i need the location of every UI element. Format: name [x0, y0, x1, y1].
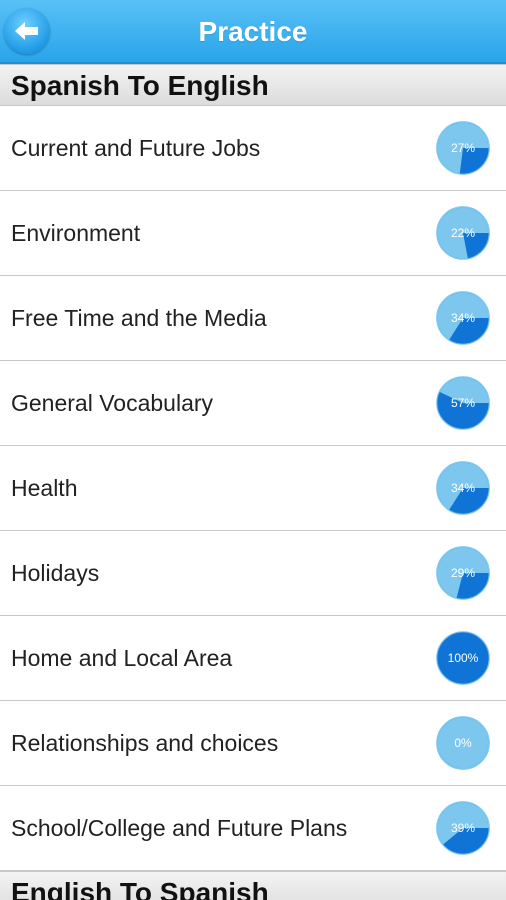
progress-percent: 57%: [450, 396, 476, 410]
list-item[interactable]: Environment 22%: [0, 191, 506, 276]
progress-percent: 39%: [450, 821, 476, 835]
list-item[interactable]: School/College and Future Plans 39%: [0, 786, 506, 871]
section-header-english-to-spanish: English To Spanish: [0, 871, 506, 900]
list-item-label: General Vocabulary: [11, 390, 214, 416]
list-item-label: Environment: [11, 220, 141, 246]
list-item-label: Home and Local Area: [11, 645, 233, 671]
list-item[interactable]: Relationships and choices 0%: [0, 701, 506, 786]
section-title: English To Spanish: [11, 877, 269, 900]
progress-circle: 57%: [435, 375, 491, 431]
progress-circle: 27%: [435, 120, 491, 176]
list-item-label: Holidays: [11, 560, 100, 586]
list-item-label: Relationships and choices: [11, 730, 279, 756]
progress-percent: 27%: [450, 141, 476, 155]
list-item[interactable]: General Vocabulary 57%: [0, 361, 506, 446]
progress-circle: 100%: [435, 630, 491, 686]
list-item[interactable]: Health 34%: [0, 446, 506, 531]
app-screen: Practice Spanish To English Current and …: [0, 0, 506, 900]
list-item-label: Health: [11, 475, 78, 501]
back-button[interactable]: [4, 8, 50, 54]
list-item[interactable]: Home and Local Area 100%: [0, 616, 506, 701]
progress-percent: 22%: [450, 226, 476, 240]
list-item[interactable]: Free Time and the Media 34%: [0, 276, 506, 361]
progress-percent: 0%: [454, 736, 472, 750]
section-header-spanish-to-english: Spanish To English: [0, 64, 506, 106]
progress-percent: 29%: [450, 566, 476, 580]
title-bar: Practice: [0, 0, 506, 64]
progress-circle: 39%: [435, 800, 491, 856]
progress-circle: 29%: [435, 545, 491, 601]
progress-percent: 100%: [447, 651, 479, 665]
arrow-left-icon: [15, 22, 38, 40]
section-title: Spanish To English: [11, 70, 269, 101]
list-item-label: School/College and Future Plans: [11, 815, 348, 841]
list-item[interactable]: Holidays 29%: [0, 531, 506, 616]
list-item[interactable]: Current and Future Jobs 27%: [0, 106, 506, 191]
progress-circle: 22%: [435, 205, 491, 261]
progress-circle: 34%: [435, 290, 491, 346]
list-item-label: Free Time and the Media: [11, 305, 267, 331]
progress-circle: 0%: [435, 715, 491, 771]
progress-percent: 34%: [450, 311, 476, 325]
page-title: Practice: [198, 16, 308, 47]
list-item-label: Current and Future Jobs: [11, 135, 261, 161]
progress-circle: 34%: [435, 460, 491, 516]
progress-percent: 34%: [450, 481, 476, 495]
